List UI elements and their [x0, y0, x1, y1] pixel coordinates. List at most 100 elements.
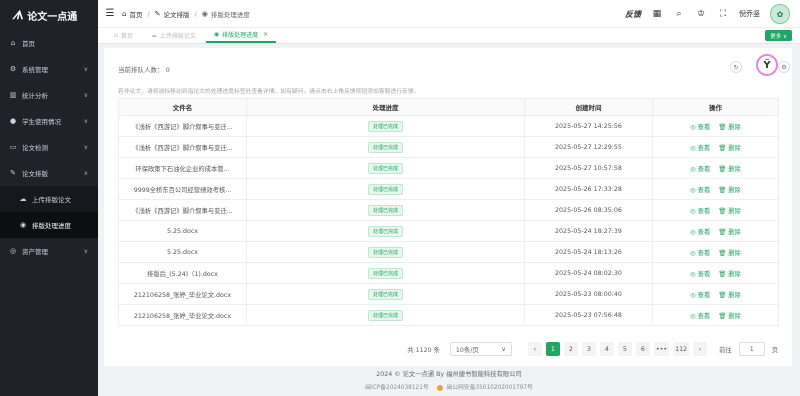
cloud-upload-icon: ☁ — [150, 32, 157, 39]
asset-icon: ◎ — [9, 247, 17, 255]
user-icon: ● — [9, 117, 17, 125]
file-name: 212106258_张婷_毕业论文.docx — [118, 304, 247, 326]
fullscreen-icon[interactable]: ⛶ — [717, 9, 729, 19]
delete-button[interactable]: 🗑 删除 — [718, 187, 741, 194]
view-button[interactable]: ◎ 查看 — [690, 124, 710, 131]
view-button[interactable]: ◎ 查看 — [690, 229, 710, 236]
location-icon: ◉ — [213, 31, 220, 38]
prev-page-button[interactable]: ‹ — [527, 342, 542, 356]
goto-page-input[interactable]: 1 — [738, 342, 765, 356]
more-button[interactable]: 更多 ∨ — [765, 30, 792, 41]
sidebar-item-typesetting[interactable]: ✎ 论文排版 ∧ — [0, 160, 98, 186]
main-card: 当前排队人数： 0 ↻ Ÿ ⚙ 若非论文，请将鼠标移动到指论文的处理进度标签处查… — [104, 48, 792, 366]
view-button[interactable]: ◎ 查看 — [690, 271, 710, 278]
notice-text: 若非论文，请将鼠标移动到指论文的处理进度标签处查看详情。如有疑问，请点击右上角反… — [118, 89, 420, 95]
sidebar: ᗑ 论文一点通 ⌂ 首页 ⚙ 系统管理 ∨ ▥ 统计分析 ∨ ● 学生使用情况 … — [0, 0, 98, 396]
view-button[interactable]: ◎ 查看 — [690, 187, 710, 194]
delete-button[interactable]: 🗑 删除 — [718, 208, 741, 215]
created-time: 2025-05-26 17:33:28 — [524, 178, 653, 200]
delete-button[interactable]: 🗑 删除 — [718, 292, 741, 299]
created-time: 2025-05-27 12:29:55 — [524, 136, 653, 158]
delete-button[interactable]: 🗑 删除 — [718, 229, 741, 236]
delete-button[interactable]: 🗑 删除 — [718, 124, 741, 131]
view-button[interactable]: ◎ 查看 — [690, 208, 710, 215]
pagination: 共 1120 条 10条/页 ∨ ‹ 1 2 3 4 5 6 ••• 112 ›… — [104, 342, 778, 356]
app-name: 论文一点通 — [27, 11, 78, 23]
page-button[interactable]: 5 — [617, 342, 632, 356]
created-time: 2025-05-23 08:00:40 — [524, 283, 653, 305]
sidebar-item-stats[interactable]: ▥ 统计分析 ∨ — [0, 82, 98, 108]
status-badge[interactable]: 处理已完成 — [367, 309, 403, 321]
status-badge[interactable]: 处理已完成 — [367, 183, 403, 195]
view-button[interactable]: ◎ 查看 — [690, 292, 710, 299]
close-icon[interactable]: × — [263, 31, 268, 38]
sidebar-item-home[interactable]: ⌂ 首页 — [0, 30, 98, 56]
sidebar-item-label: 首页 — [22, 40, 35, 48]
avatar[interactable]: ✿ — [770, 4, 790, 24]
sidebar-item-upload-paper[interactable]: ☁ 上传排版论文 — [0, 186, 98, 212]
sidebar-item-label: 学生使用情况 — [22, 118, 61, 126]
delete-button[interactable]: 🗑 删除 — [718, 145, 741, 152]
tab-progress[interactable]: ◉ 排版处理进度 × — [205, 28, 277, 43]
sidebar-item-paper-check[interactable]: ▭ 论文检测 ∨ — [0, 134, 98, 160]
status-badge[interactable]: 处理已完成 — [367, 267, 403, 279]
icp-link[interactable]: 闽ICP备2024038121号 — [365, 385, 429, 391]
delete-button[interactable]: 🗑 删除 — [718, 166, 741, 173]
delete-button[interactable]: 🗑 删除 — [718, 271, 741, 278]
theme-shirt-icon[interactable]: ♔ — [695, 9, 707, 19]
status-badge[interactable]: 处理已完成 — [367, 204, 403, 216]
tab-home[interactable]: ⌂ 首页 — [106, 28, 141, 43]
status-badge[interactable]: 处理已完成 — [367, 288, 403, 300]
refresh-icon[interactable]: ↻ — [730, 61, 742, 73]
location-icon: ◉ — [19, 221, 27, 229]
footer: 2024 © 论文一点通 By 福州捷书智能科技有限公司 闽ICP备202403… — [98, 369, 800, 391]
view-button[interactable]: ◎ 查看 — [690, 250, 710, 257]
breadcrumb-typesetting[interactable]: 论文排版 — [164, 9, 190, 19]
status-badge[interactable]: 处理已完成 — [367, 225, 403, 237]
status-badge[interactable]: 处理已完成 — [367, 120, 403, 132]
menu-toggle-icon[interactable]: ☰ — [98, 8, 122, 19]
file-name: 5.25.docx — [118, 241, 247, 263]
page-size-select[interactable]: 10条/页 ∨ — [449, 342, 512, 356]
more-pages-button[interactable]: ••• — [653, 342, 670, 356]
home-icon: ⌂ — [10, 39, 16, 47]
sidebar-item-label: 论文检测 — [22, 144, 48, 152]
sidebar-item-progress[interactable]: ◉ 排版处理进度 — [0, 212, 98, 238]
table-header-row: 文件名 处理进度 创建时间 操作 — [118, 98, 779, 116]
status-badge[interactable]: 处理已完成 — [367, 246, 403, 258]
table-row: 排版后_(5.24)（1).docx 处理已完成 2025-05-24 08:02:… — [118, 262, 779, 284]
username[interactable]: 倪乔竖 — [739, 9, 760, 19]
chevron-down-icon: ∨ — [83, 143, 88, 151]
delete-button[interactable]: 🗑 删除 — [718, 250, 741, 257]
police-link[interactable]: 闽公网安备35010202001797号 — [446, 385, 532, 391]
next-page-button[interactable]: › — [693, 342, 708, 356]
status-badge[interactable]: 处理已完成 — [367, 141, 403, 153]
col-actions: 操作 — [652, 98, 779, 116]
breadcrumb-home[interactable]: 首页 — [129, 9, 142, 19]
goto-suffix: 页 — [771, 346, 778, 354]
page-button[interactable]: 3 — [581, 342, 596, 356]
page-button[interactable]: 112 — [673, 342, 690, 356]
search-icon[interactable]: ⌕ — [673, 9, 685, 19]
sidebar-item-label: 上传排版论文 — [32, 196, 71, 204]
assistant-robot-icon[interactable]: Ÿ — [756, 54, 778, 76]
location-icon: ◉ — [201, 9, 208, 18]
sidebar-item-system[interactable]: ⚙ 系统管理 ∨ — [0, 56, 98, 82]
view-button[interactable]: ◎ 查看 — [690, 313, 710, 320]
page-button[interactable]: 1 — [545, 342, 560, 356]
app-logo[interactable]: ᗑ 论文一点通 — [0, 0, 98, 30]
view-button[interactable]: ◎ 查看 — [690, 145, 710, 152]
status-badge[interactable]: 处理已完成 — [367, 162, 403, 174]
grid-icon[interactable]: ▦ — [651, 9, 663, 19]
feedback-button[interactable]: 反馈 — [625, 9, 641, 20]
page-button[interactable]: 4 — [599, 342, 614, 356]
tab-upload-paper[interactable]: ☁ 上传排版论文 — [143, 28, 204, 43]
settings-icon[interactable]: ⚙ — [778, 61, 790, 73]
page-button[interactable]: 6 — [635, 342, 650, 356]
file-name: 《浅析《西游记》脚介叙事与变迁... — [118, 136, 247, 158]
sidebar-item-student-usage[interactable]: ● 学生使用情况 ∨ — [0, 108, 98, 134]
page-button[interactable]: 2 — [563, 342, 578, 356]
view-button[interactable]: ◎ 查看 — [690, 166, 710, 173]
sidebar-item-assets[interactable]: ◎ 资产管理 ∨ — [0, 238, 98, 264]
delete-button[interactable]: 🗑 删除 — [718, 313, 741, 320]
